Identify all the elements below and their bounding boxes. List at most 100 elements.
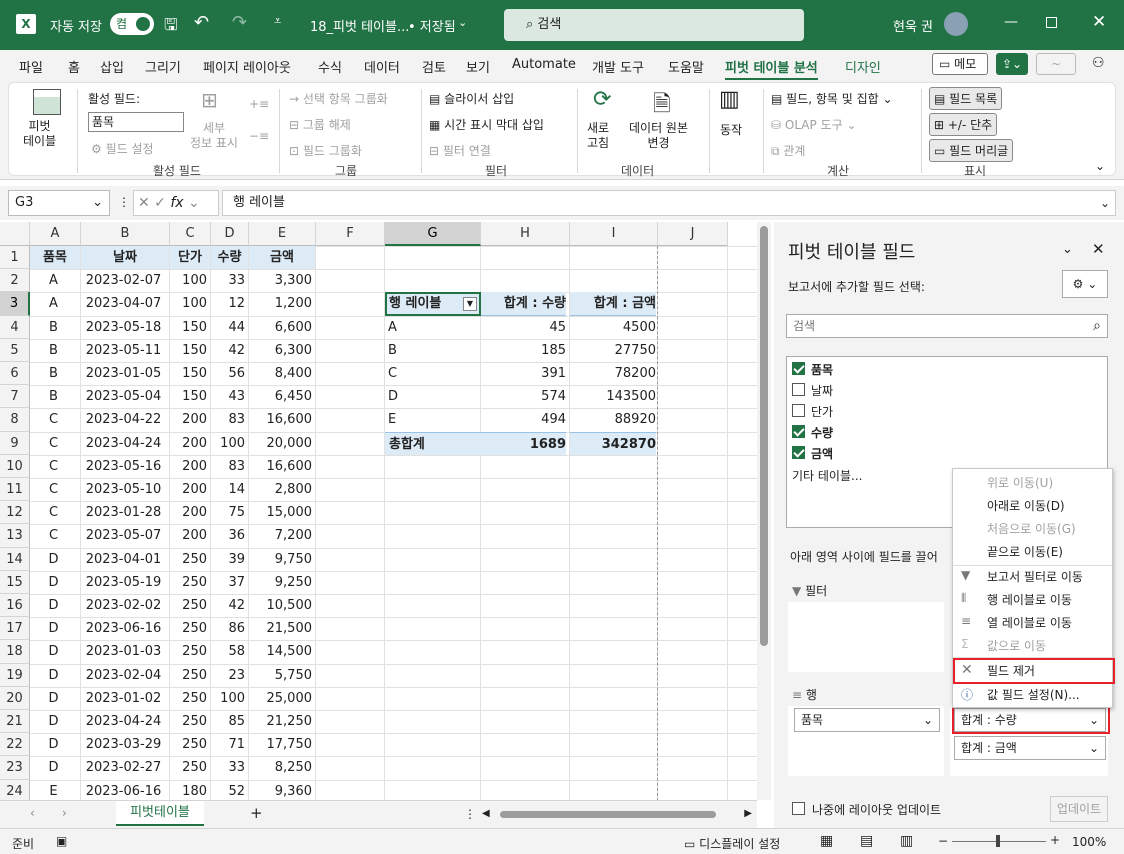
table-cell[interactable]: C (30, 408, 77, 431)
prev-sheet-icon[interactable]: ‹ (30, 806, 35, 820)
pivot-value-cell[interactable]: 4500 (570, 316, 656, 339)
column-header[interactable]: H (481, 222, 570, 246)
vertical-scrollbar[interactable] (757, 222, 771, 800)
table-header-cell[interactable]: 날짜 (81, 246, 169, 270)
table-cell[interactable]: 21,250 (249, 710, 313, 733)
chevron-down-icon[interactable]: ⌄ (458, 16, 467, 29)
table-cell[interactable]: 17,750 (249, 733, 313, 756)
table-cell[interactable]: 36 (211, 524, 245, 547)
table-cell[interactable]: 2023-05-19 (81, 571, 166, 594)
insert-slicer-button[interactable]: ▤ 슬라이서 삽입 (429, 90, 514, 107)
table-cell[interactable]: 250 (170, 687, 207, 710)
table-cell[interactable]: 2023-04-01 (81, 548, 166, 571)
tab-help[interactable]: 도움말 (668, 57, 704, 76)
table-cell[interactable]: 42 (211, 594, 245, 617)
row-header[interactable]: 21 (0, 710, 30, 734)
pivot-header-qty[interactable]: 합계 : 수량 (481, 292, 566, 316)
undo-icon[interactable]: ↶ (194, 12, 209, 33)
table-cell[interactable]: D (30, 687, 77, 710)
row-header[interactable]: 22 (0, 733, 30, 757)
expand-formula-icon[interactable]: ⌄ (1100, 196, 1110, 210)
redo-icon[interactable]: ↷ (232, 12, 247, 33)
fields-items-sets-button[interactable]: ▤ 필드, 항목 및 집합 ⌄ (771, 90, 893, 107)
menu-move-to-rows[interactable]: 행 레이블로 이동 (987, 591, 1072, 608)
table-cell[interactable]: C (30, 524, 77, 547)
row-header[interactable]: 12 (0, 501, 30, 525)
pivot-value-cell[interactable]: 88920 (570, 408, 656, 431)
refresh-icon[interactable]: ⟳ (593, 87, 611, 112)
table-cell[interactable]: 2023-04-24 (81, 432, 166, 455)
pivot-value-cell[interactable]: 45 (481, 316, 566, 339)
menu-move-last[interactable]: 끝으로 이동(E) (987, 543, 1063, 560)
table-cell[interactable]: 8,400 (249, 362, 312, 385)
horizontal-scrollbar[interactable]: ◀ ▶ (482, 805, 752, 823)
accessibility-icon[interactable]: ▣ (56, 834, 67, 848)
formula-input[interactable]: 행 레이블 (222, 190, 1116, 216)
column-header[interactable]: C (170, 222, 211, 246)
table-header-cell[interactable]: 금액 (249, 246, 315, 270)
menu-move-to-filter[interactable]: 보고서 필터로 이동 (987, 568, 1083, 585)
coauthor-icon[interactable]: ⚇ (1092, 55, 1105, 71)
table-cell[interactable]: C (30, 501, 77, 524)
table-cell[interactable]: C (30, 478, 77, 501)
tab-design[interactable]: 디자인 (845, 57, 881, 76)
table-cell[interactable]: 200 (170, 524, 207, 547)
activity-button[interactable]: ~ (1036, 53, 1076, 75)
pivot-row-label[interactable]: C (388, 362, 480, 385)
row-header[interactable]: 17 (0, 617, 30, 641)
table-cell[interactable]: 150 (170, 316, 207, 339)
column-header[interactable]: F (316, 222, 385, 246)
table-cell[interactable]: 14 (211, 478, 245, 501)
add-sheet-button[interactable]: + (250, 804, 263, 822)
zoom-level[interactable]: 100% (1072, 835, 1106, 849)
pane-settings-button[interactable]: ⚙ ⌄ (1062, 270, 1108, 298)
table-cell[interactable]: 250 (170, 756, 207, 779)
table-cell[interactable]: D (30, 733, 77, 756)
table-cell[interactable]: 5,750 (249, 664, 312, 687)
row-header[interactable]: 3 (0, 292, 30, 316)
pivot-value-cell[interactable]: 391 (481, 362, 566, 385)
customize-icon[interactable]: ⩡ (274, 14, 281, 29)
pivot-value-cell[interactable]: 78200 (570, 362, 656, 385)
table-cell[interactable]: 75 (211, 501, 245, 524)
column-header[interactable]: E (249, 222, 316, 246)
menu-move-to-columns[interactable]: 열 레이블로 이동 (987, 614, 1072, 631)
field-checkbox[interactable] (792, 446, 805, 459)
tab-pivot-analyze[interactable]: 피벗 테이블 분석 (725, 57, 818, 81)
table-cell[interactable]: D (30, 571, 77, 594)
tab-file[interactable]: 파일 (19, 57, 43, 76)
pivot-row-label[interactable]: E (388, 408, 480, 431)
table-cell[interactable]: 21,500 (249, 617, 313, 640)
table-cell[interactable]: 9,250 (249, 571, 312, 594)
table-cell[interactable]: 37 (211, 571, 245, 594)
pivot-row-label[interactable]: D (388, 385, 480, 408)
column-header[interactable]: J (658, 222, 728, 246)
table-cell[interactable]: 150 (170, 362, 207, 385)
table-cell[interactable]: 2023-02-07 (81, 269, 166, 292)
table-cell[interactable]: 2023-05-04 (81, 385, 166, 408)
table-cell[interactable]: 83 (211, 455, 245, 478)
save-icon[interactable]: 🖫 (164, 14, 178, 41)
display-settings[interactable]: ▭ 디스플레이 설정 (684, 835, 780, 852)
table-cell[interactable]: 2023-01-28 (81, 501, 166, 524)
change-source-icon[interactable]: 🗎 (653, 87, 671, 125)
field-checkbox[interactable] (792, 362, 805, 375)
tab-page-layout[interactable]: 페이지 레이아웃 (203, 57, 291, 76)
column-header[interactable]: G (385, 222, 481, 246)
table-cell[interactable]: B (30, 316, 77, 339)
pivot-grand-total-label[interactable]: 총합계 (385, 431, 481, 455)
table-cell[interactable]: 100 (170, 269, 207, 292)
table-cell[interactable]: 2023-01-02 (81, 687, 166, 710)
row-header[interactable]: 4 (0, 315, 30, 339)
pivot-row-label[interactable]: A (388, 316, 480, 339)
table-cell[interactable]: 33 (211, 269, 245, 292)
table-cell[interactable]: D (30, 594, 77, 617)
search-box[interactable]: ⌕ 검색 (504, 9, 804, 41)
table-cell[interactable]: 250 (170, 664, 207, 687)
table-cell[interactable]: 200 (170, 455, 207, 478)
user-name[interactable]: 현욱 권 (893, 16, 933, 35)
table-cell[interactable]: 2023-04-22 (81, 408, 166, 431)
row-header[interactable]: 11 (0, 478, 30, 502)
tab-draw[interactable]: 그리기 (145, 57, 181, 76)
active-field-input[interactable]: 품목 (88, 112, 184, 132)
